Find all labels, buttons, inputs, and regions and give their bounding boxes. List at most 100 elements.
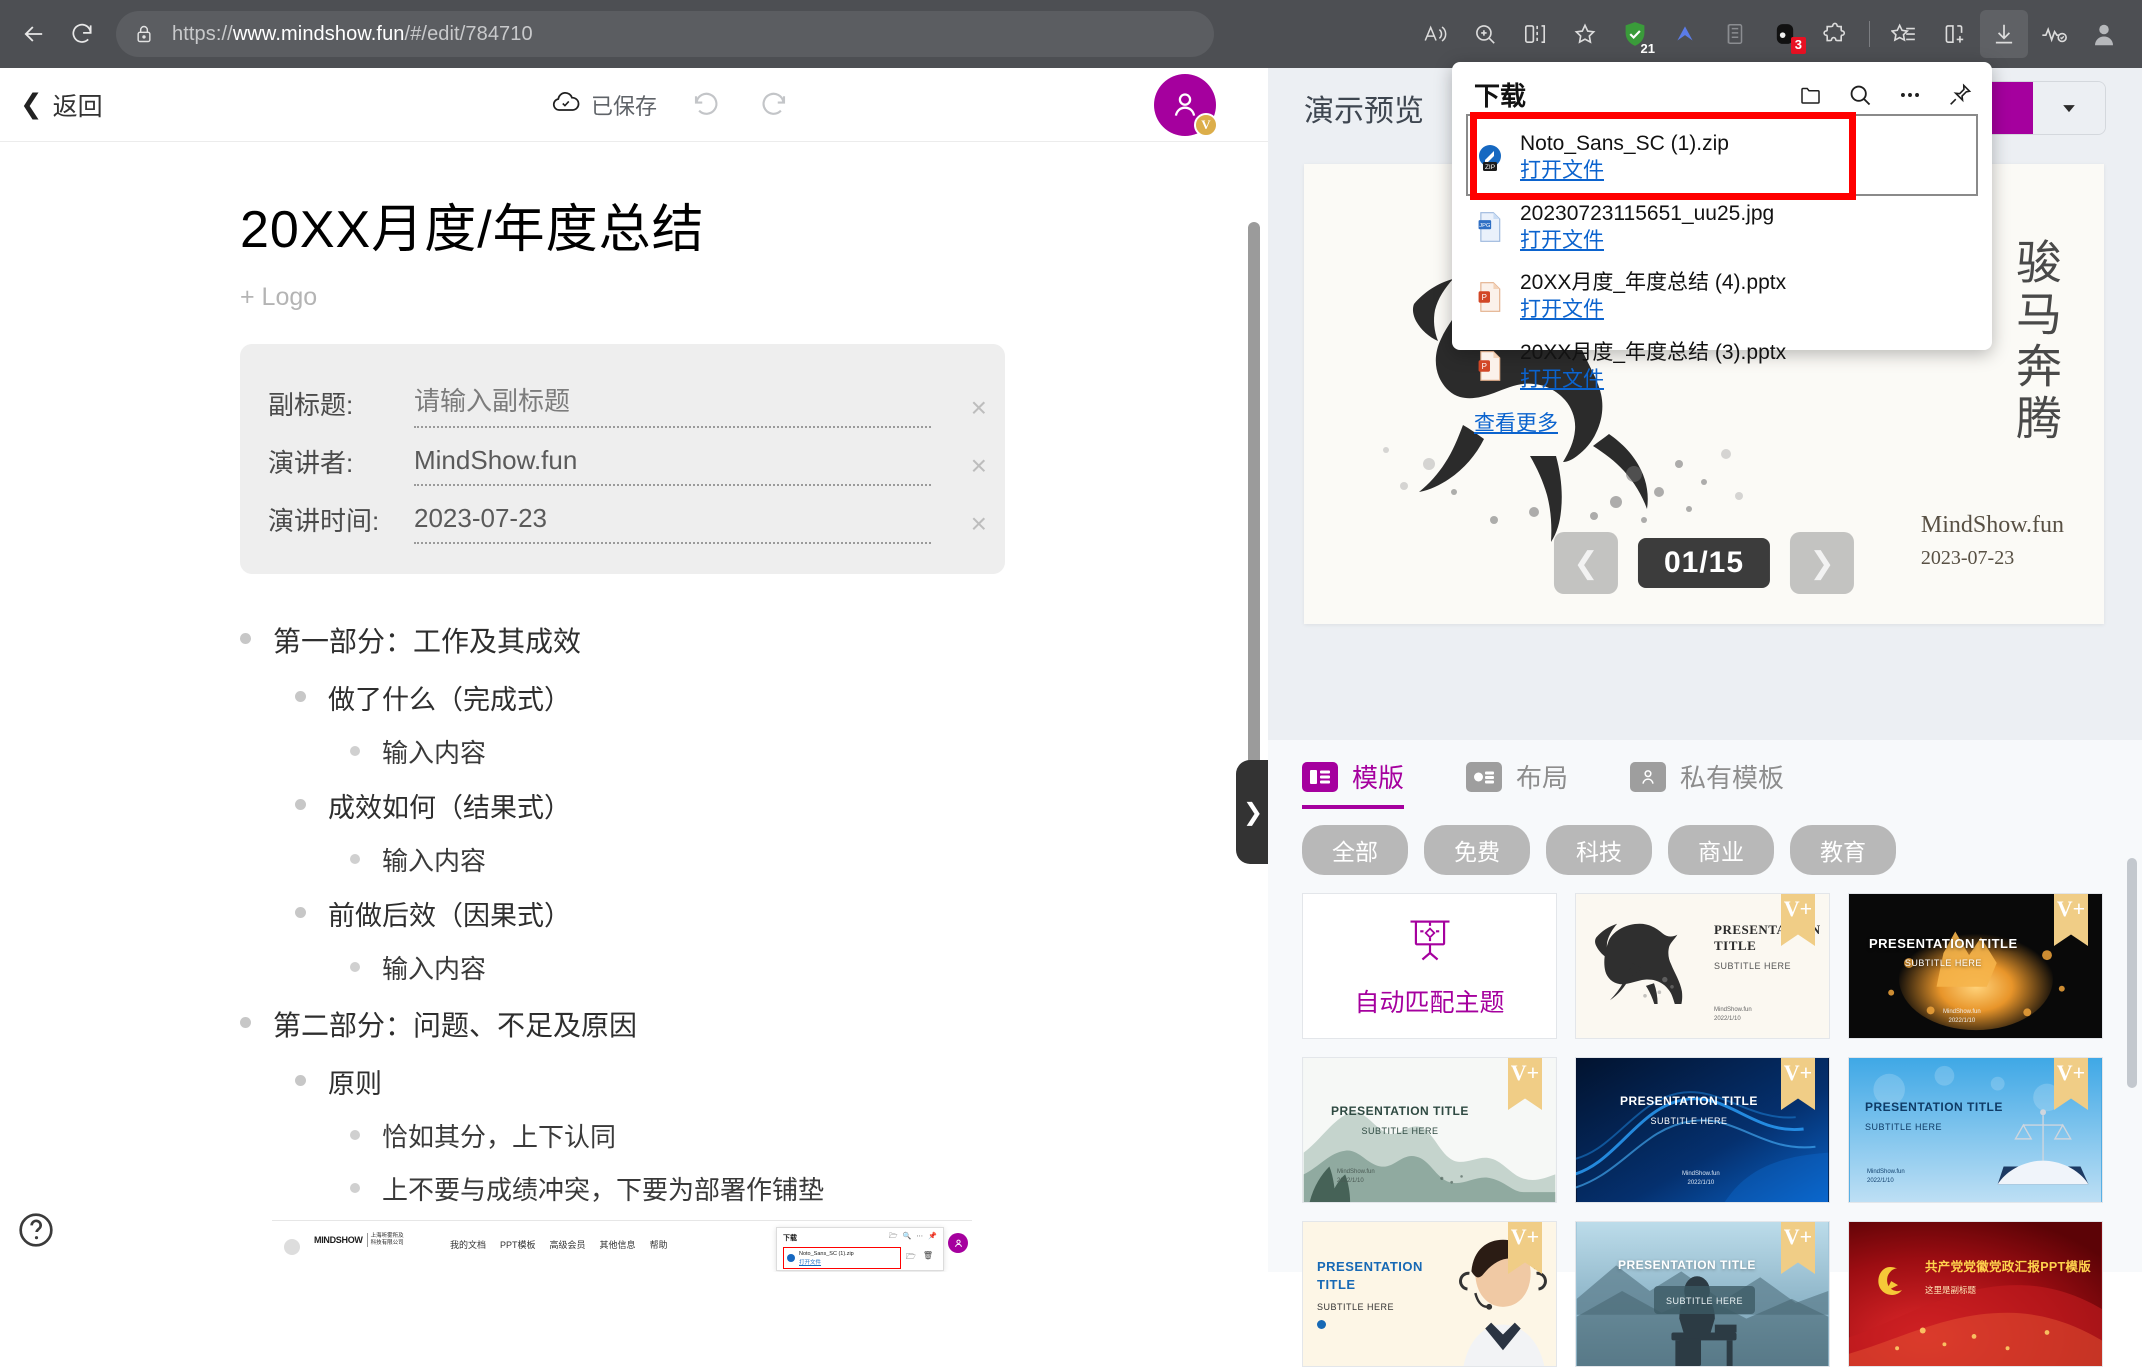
reload-icon[interactable] xyxy=(58,10,106,58)
avatar[interactable]: V xyxy=(1154,74,1216,136)
open-file-link[interactable]: 打开文件 xyxy=(1520,366,1786,393)
bullet-icon xyxy=(350,854,360,864)
tab-layouts[interactable]: 布局 xyxy=(1466,758,1568,809)
speaker-value: MindShow.fun xyxy=(414,445,931,476)
subtitle-input[interactable]: 请输入副标题 × xyxy=(414,381,931,428)
undo-icon[interactable] xyxy=(687,86,725,124)
open-folder-icon[interactable] xyxy=(1796,81,1824,109)
search-icon: 🔍 xyxy=(903,1232,912,1243)
address-bar[interactable]: https://www.mindshow.fun/#/edit/784710 xyxy=(116,11,1214,57)
redo-icon[interactable] xyxy=(755,86,793,124)
template-card-horse[interactable]: PRESENTATION TITLE SUBTITLE HERE MindSho… xyxy=(1575,893,1830,1039)
add-logo-button[interactable]: + Logo xyxy=(240,283,1268,312)
download-item-jpg[interactable]: JPG 20230723115651_uu25.jpg 打开文件 xyxy=(1452,193,1992,263)
tab-templates[interactable]: 模版 xyxy=(1302,758,1404,809)
chip-business[interactable]: 商业 xyxy=(1668,825,1774,875)
nested-downloads-panel: 下载 🗁 🔍 ⋯ 📌 Noto_Sans_SC (1).zip xyxy=(776,1227,944,1271)
outline-item-l2[interactable]: 前做后效（因果式） xyxy=(295,886,1268,941)
downloads-flyout: 下载 ZIP Noto_Sans_SC (1).zip 打开文件 JP xyxy=(1452,62,1992,350)
template-subtitle: SUBTITLE HERE xyxy=(1714,961,1829,971)
split-screen-icon[interactable] xyxy=(1511,10,1559,58)
chip-education[interactable]: 教育 xyxy=(1790,825,1896,875)
zoom-icon[interactable] xyxy=(1461,10,1509,58)
meta-label-subtitle: 副标题: xyxy=(268,385,414,428)
chip-all[interactable]: 全部 xyxy=(1302,825,1408,875)
date-input[interactable]: 2023-07-23 × xyxy=(414,503,931,544)
pin-icon[interactable] xyxy=(1946,81,1974,109)
profile-avatar-icon[interactable] xyxy=(2080,10,2128,58)
outline-item-l3[interactable]: 输入内容 xyxy=(350,725,1268,778)
extension-blue-icon[interactable] xyxy=(1661,10,1709,58)
outline-item-label: 输入内容 xyxy=(382,841,486,878)
bullet-icon xyxy=(295,1075,306,1086)
tab-templates-label: 模版 xyxy=(1352,758,1404,795)
chip-free[interactable]: 免费 xyxy=(1424,825,1530,875)
template-title: PRESENTATION TITLE xyxy=(1317,1258,1417,1294)
outline-item-l3[interactable]: 输入内容 xyxy=(350,941,1268,994)
editor-scrollbar[interactable] xyxy=(1248,222,1260,782)
outline-item-l3[interactable]: 输入内容 xyxy=(350,833,1268,886)
open-file-link[interactable]: 打开文件 xyxy=(1520,157,1729,184)
outline-item-l1[interactable]: 第二部分：问题、不足及原因 xyxy=(240,994,1268,1054)
collections-icon[interactable] xyxy=(1880,10,1928,58)
person-icon xyxy=(1630,762,1666,792)
outline-item-l2[interactable]: 原则 xyxy=(295,1054,1268,1109)
clear-speaker-icon[interactable]: × xyxy=(971,452,987,480)
speaker-input[interactable]: MindShow.fun × xyxy=(414,445,931,486)
clear-date-icon[interactable]: × xyxy=(971,510,987,538)
template-card-ink[interactable]: PRESENTATION TITLE SUBTITLE HERE MindSho… xyxy=(1302,1057,1557,1203)
chevron-down-icon[interactable] xyxy=(2033,82,2105,134)
favorite-star-icon[interactable] xyxy=(1561,10,1609,58)
tab-private-templates[interactable]: 私有模板 xyxy=(1630,758,1784,809)
read-aloud-icon[interactable] xyxy=(1411,10,1459,58)
collapse-panel-handle[interactable]: ❯ xyxy=(1236,760,1270,864)
extension-notebook-icon[interactable] xyxy=(1711,10,1759,58)
meta-row-subtitle: 副标题: 请输入副标题 × xyxy=(268,370,969,428)
split-add-icon[interactable] xyxy=(1930,10,1978,58)
more-options-icon[interactable] xyxy=(1896,81,1924,109)
outline-item-l1[interactable]: 第一部分：工作及其成效 xyxy=(240,610,1268,670)
outline-item-l3[interactable]: 上不要与成绩冲突，下要为部署作铺垫 xyxy=(350,1162,1268,1215)
embedded-screenshot-image: MINDSHOW 上海听雾所及 科技有限公司 我的文档 PPT模板 高级会员 其… xyxy=(272,1220,972,1272)
template-card-auto[interactable]: 自动匹配主题 xyxy=(1302,893,1557,1039)
outline-item-l3[interactable]: 恰如其分，上下认同 xyxy=(350,1109,1268,1162)
template-card-scales[interactable]: PRESENTATION TITLE SUBTITLE HERE MindSho… xyxy=(1848,1057,2103,1203)
download-filename: 20XX月度_年度总结 (3).pptx xyxy=(1520,340,1786,366)
prev-slide-button[interactable]: ❮ xyxy=(1554,532,1618,594)
template-card-support[interactable]: PRESENTATION TITLE SUBTITLE HERE V+ xyxy=(1302,1221,1557,1367)
template-title: 共产党党徽党政汇报PPT模版 xyxy=(1925,1256,2091,1275)
svg-text:P: P xyxy=(1482,362,1487,371)
clear-subtitle-icon[interactable]: × xyxy=(971,394,987,422)
chip-tech[interactable]: 科技 xyxy=(1546,825,1652,875)
downloads-icon[interactable] xyxy=(1980,10,2028,58)
download-item-pptx-4[interactable]: P 20XX月度_年度总结 (4).pptx 打开文件 xyxy=(1452,262,1992,332)
outline-item-l2[interactable]: 做了什么（完成式） xyxy=(295,670,1268,725)
template-panel-scrollbar[interactable] xyxy=(2127,858,2137,1088)
adblock-shield-extension-icon[interactable]: 21 xyxy=(1611,10,1659,58)
download-item-zip[interactable]: ZIP Noto_Sans_SC (1).zip 打开文件 xyxy=(1452,123,1992,193)
download-item-pptx-3[interactable]: P 20XX月度_年度总结 (3).pptx 打开文件 xyxy=(1452,332,1992,402)
back-button[interactable]: ❮ 返回 xyxy=(10,81,113,129)
search-icon[interactable] xyxy=(1846,81,1874,109)
back-arrow-icon[interactable] xyxy=(10,10,58,58)
save-controls: 已保存 xyxy=(551,86,793,124)
template-card-blue-wave[interactable]: PRESENTATION TITLE SUBTITLE HERE MindSho… xyxy=(1575,1057,1830,1203)
bullet-icon xyxy=(350,746,360,756)
help-icon[interactable] xyxy=(16,1210,56,1250)
see-more-downloads-link[interactable]: 查看更多 xyxy=(1452,401,1992,451)
svg-text:P: P xyxy=(1482,293,1487,302)
open-file-link[interactable]: 打开文件 xyxy=(1520,227,1774,254)
avatar-circle[interactable]: V xyxy=(1154,74,1216,136)
template-card-lake[interactable]: PRESENTATION TITLE SUBTITLE HERE V+ xyxy=(1575,1221,1830,1367)
extension-dark-icon[interactable]: 3 xyxy=(1761,10,1809,58)
outline-item-l2[interactable]: 成效如何（结果式） xyxy=(295,778,1268,833)
template-card-gold[interactable]: PRESENTATION TITLE SUBTITLE HERE MindSho… xyxy=(1848,893,2103,1039)
next-slide-button[interactable]: ❯ xyxy=(1790,532,1854,594)
nested-filename: Noto_Sans_SC (1).zip xyxy=(799,1250,854,1258)
open-file-link[interactable]: 打开文件 xyxy=(1520,296,1786,323)
extensions-puzzle-icon[interactable] xyxy=(1811,10,1859,58)
page-title[interactable]: 20XX月度/年度总结 xyxy=(240,202,1268,259)
download-filename: Noto_Sans_SC (1).zip xyxy=(1520,131,1729,157)
browser-essentials-icon[interactable] xyxy=(2030,10,2078,58)
template-card-red-party[interactable]: 共产党党徽党政汇报PPT模版 这里是副标题 xyxy=(1848,1221,2103,1367)
